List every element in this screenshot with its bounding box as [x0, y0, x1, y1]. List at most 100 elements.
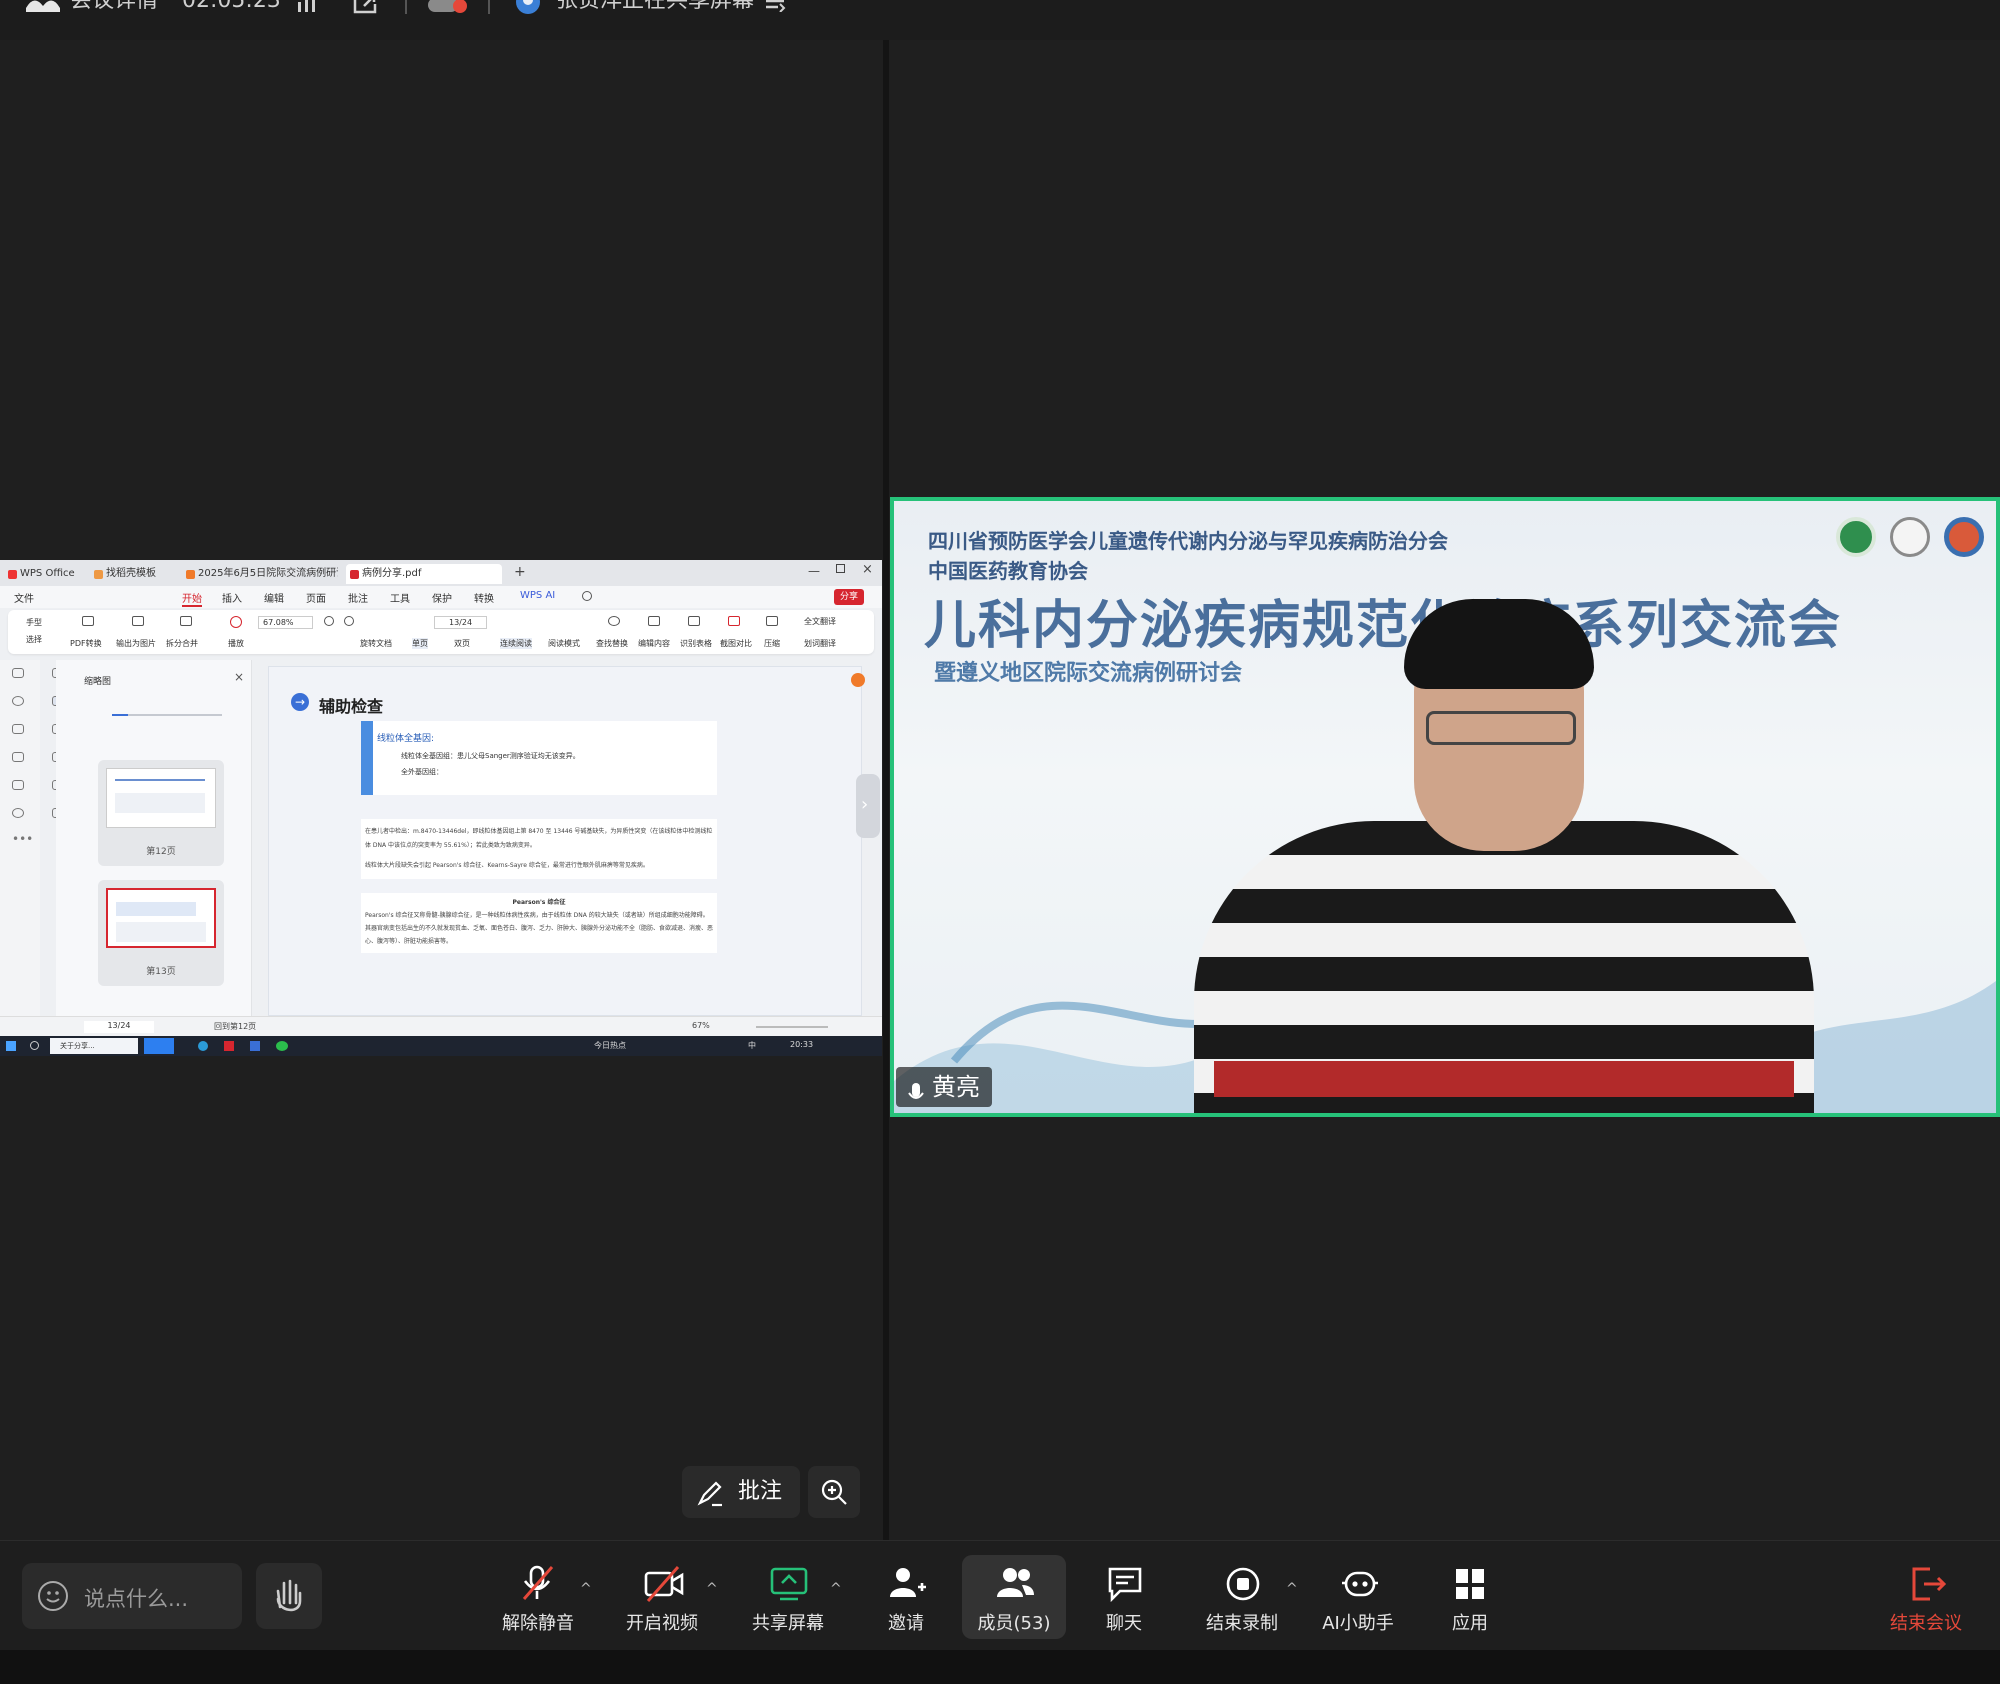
zoom-slider[interactable] — [756, 1026, 828, 1028]
menu-start[interactable]: 开始 — [182, 590, 202, 607]
menu-annotate[interactable]: 批注 — [348, 590, 368, 605]
video-options-caret[interactable]: ^ — [706, 1581, 718, 1597]
shared-screen-view[interactable]: WPS Office 找稻壳模板 2025年6月5日院际交流病例研讨会 病例分享… — [0, 560, 882, 1056]
zoom-in-icon[interactable] — [344, 616, 354, 626]
wps-ai-float-icon[interactable] — [851, 673, 865, 687]
ai-assistant-button[interactable]: AI小助手 — [1310, 1555, 1406, 1639]
pdf-page[interactable]: → 辅助检查 线粒体全基因: 线粒体全基因组：患儿父母Sanger测序验证均无该… — [268, 666, 865, 1016]
share-options-caret[interactable]: ^ — [830, 1581, 842, 1597]
annotate-button[interactable]: 批注 — [682, 1466, 800, 1518]
rail-icon[interactable] — [12, 752, 24, 762]
meeting-details-link[interactable]: 会议详情 — [70, 0, 158, 14]
ppt-icon — [186, 570, 195, 579]
taskbar-app-icon[interactable] — [144, 1038, 174, 1054]
menu-insert[interactable]: 插入 — [222, 590, 242, 605]
rail-icon[interactable] — [12, 668, 24, 678]
menu-file[interactable]: 文件 — [14, 590, 34, 605]
rail-icon[interactable] — [12, 780, 24, 790]
speaker-video-tile[interactable]: 四川省预防医学会儿童遗传代谢内分泌与罕见疾病防治分会 中国医药教育协会 儿科内分… — [890, 497, 2000, 1117]
apps-button[interactable]: 应用 — [1422, 1555, 1518, 1639]
taskbar-app-icon[interactable] — [198, 1041, 208, 1051]
single-page-button[interactable]: 单页 — [412, 638, 428, 649]
screenshot-button[interactable]: 截图对比 — [720, 638, 752, 649]
signal-icon[interactable] — [296, 0, 318, 12]
sharing-menu-icon[interactable] — [764, 0, 786, 13]
thumbnail-page-12[interactable]: 第12页 — [98, 760, 224, 866]
invite-button[interactable]: 邀请 — [858, 1555, 954, 1639]
status-zoom[interactable]: 67% — [692, 1021, 710, 1030]
unmute-options-caret[interactable]: ^ — [580, 1581, 592, 1597]
hand-tool[interactable]: 手型 — [26, 617, 42, 628]
meeting-timer: 02:05:23 — [182, 0, 281, 13]
status-page[interactable]: 13/24 — [84, 1021, 154, 1033]
chat-button[interactable]: 聊天 — [1076, 1555, 1172, 1639]
restore-icon[interactable] — [836, 564, 845, 573]
menu-page[interactable]: 页面 — [306, 590, 326, 605]
play-button[interactable]: 播放 — [228, 638, 244, 649]
record-options-caret[interactable]: ^ — [1286, 1581, 1298, 1597]
taskbar-window[interactable]: 关于分享... — [50, 1038, 138, 1054]
raise-hand-button[interactable] — [256, 1563, 322, 1629]
wps-tab-pdf[interactable]: 病例分享.pdf — [346, 564, 502, 584]
recording-icon[interactable] — [428, 0, 468, 16]
compress-button[interactable]: 压缩 — [764, 638, 780, 649]
wps-tab-ppt[interactable]: 2025年6月5日院际交流病例研讨会 — [182, 564, 338, 584]
search-icon[interactable] — [582, 591, 592, 601]
members-button[interactable]: 成员(53) — [966, 1555, 1062, 1639]
split-merge-button[interactable]: 拆分合并 — [166, 638, 198, 649]
menu-protect[interactable]: 保护 — [432, 590, 452, 605]
taskbar-search-icon[interactable] — [30, 1041, 39, 1050]
rail-icon[interactable] — [12, 724, 24, 734]
wps-tab-home[interactable]: WPS Office — [4, 564, 78, 584]
shirt-red-band — [1214, 1061, 1794, 1097]
next-page-button[interactable]: › — [856, 774, 880, 838]
ime-indicator[interactable]: 中 — [748, 1040, 756, 1051]
zoom-in-button[interactable] — [808, 1466, 860, 1518]
close-icon[interactable]: × — [862, 562, 873, 577]
edit-content-button[interactable]: 编辑内容 — [638, 638, 670, 649]
taskbar-app-icon[interactable] — [250, 1041, 260, 1051]
menu-edit[interactable]: 编辑 — [264, 590, 284, 605]
new-tab-icon[interactable]: + — [514, 564, 526, 580]
stop-recording-button[interactable]: 结束录制 — [1194, 1555, 1290, 1639]
continuous-button[interactable]: 连续阅读 — [500, 638, 532, 649]
read-mode-button[interactable]: 阅读模式 — [548, 638, 580, 649]
find-replace-button[interactable]: 查找替换 — [596, 638, 628, 649]
end-meeting-button[interactable]: 结束会议 — [1878, 1555, 1974, 1639]
select-tool[interactable]: 选择 — [26, 634, 42, 645]
zoom-out-icon[interactable] — [324, 616, 334, 626]
chat-quick-input[interactable]: 说点什么... — [22, 1563, 242, 1629]
recognize-table-button[interactable]: 识别表格 — [680, 638, 712, 649]
thumbnail-page-13[interactable]: 第13页 — [98, 880, 224, 986]
share-out-icon[interactable] — [352, 0, 378, 14]
taskbar-app-icon[interactable] — [224, 1041, 234, 1051]
help-icon[interactable] — [12, 808, 24, 818]
emoji-icon[interactable] — [38, 1581, 68, 1611]
export-image-button[interactable]: 输出为图片 — [116, 638, 156, 649]
page-indicator[interactable]: 13/24 — [434, 616, 488, 629]
rotate-button[interactable]: 旋转文档 — [360, 638, 392, 649]
windows-start-icon[interactable] — [6, 1041, 16, 1051]
wechat-icon[interactable] — [276, 1041, 288, 1051]
unmute-button[interactable]: 解除静音 — [490, 1555, 586, 1639]
thumbnail-size-slider[interactable] — [112, 714, 222, 716]
menu-wps-ai[interactable]: WPS AI — [520, 590, 555, 601]
zoom-select[interactable]: 67.08% — [258, 616, 313, 629]
wps-share-button[interactable]: 分享 — [834, 589, 865, 605]
start-video-button[interactable]: 开启视频 — [614, 1555, 710, 1639]
status-back-link[interactable]: 回到第12页 — [214, 1021, 256, 1032]
word-translate-button[interactable]: 划词翻译 — [804, 638, 836, 649]
wps-tab-templates[interactable]: 找稻壳模板 — [90, 564, 174, 584]
taskbar-hot-news[interactable]: 今日热点 — [594, 1040, 626, 1051]
double-page-button[interactable]: 双页 — [454, 638, 470, 649]
menu-convert[interactable]: 转换 — [474, 590, 494, 605]
more-icon[interactable]: ••• — [12, 832, 33, 846]
share-screen-button[interactable]: 共享屏幕 — [740, 1555, 836, 1639]
wps-tab-label: 病例分享.pdf — [362, 568, 422, 579]
close-icon[interactable]: × — [234, 670, 244, 684]
search-icon[interactable] — [12, 696, 24, 706]
minimize-icon[interactable]: — — [808, 564, 820, 578]
pdf-convert-button[interactable]: PDF转换 — [70, 638, 102, 649]
full-translate-button[interactable]: 全文翻译 — [804, 616, 836, 627]
menu-tools[interactable]: 工具 — [390, 590, 410, 605]
